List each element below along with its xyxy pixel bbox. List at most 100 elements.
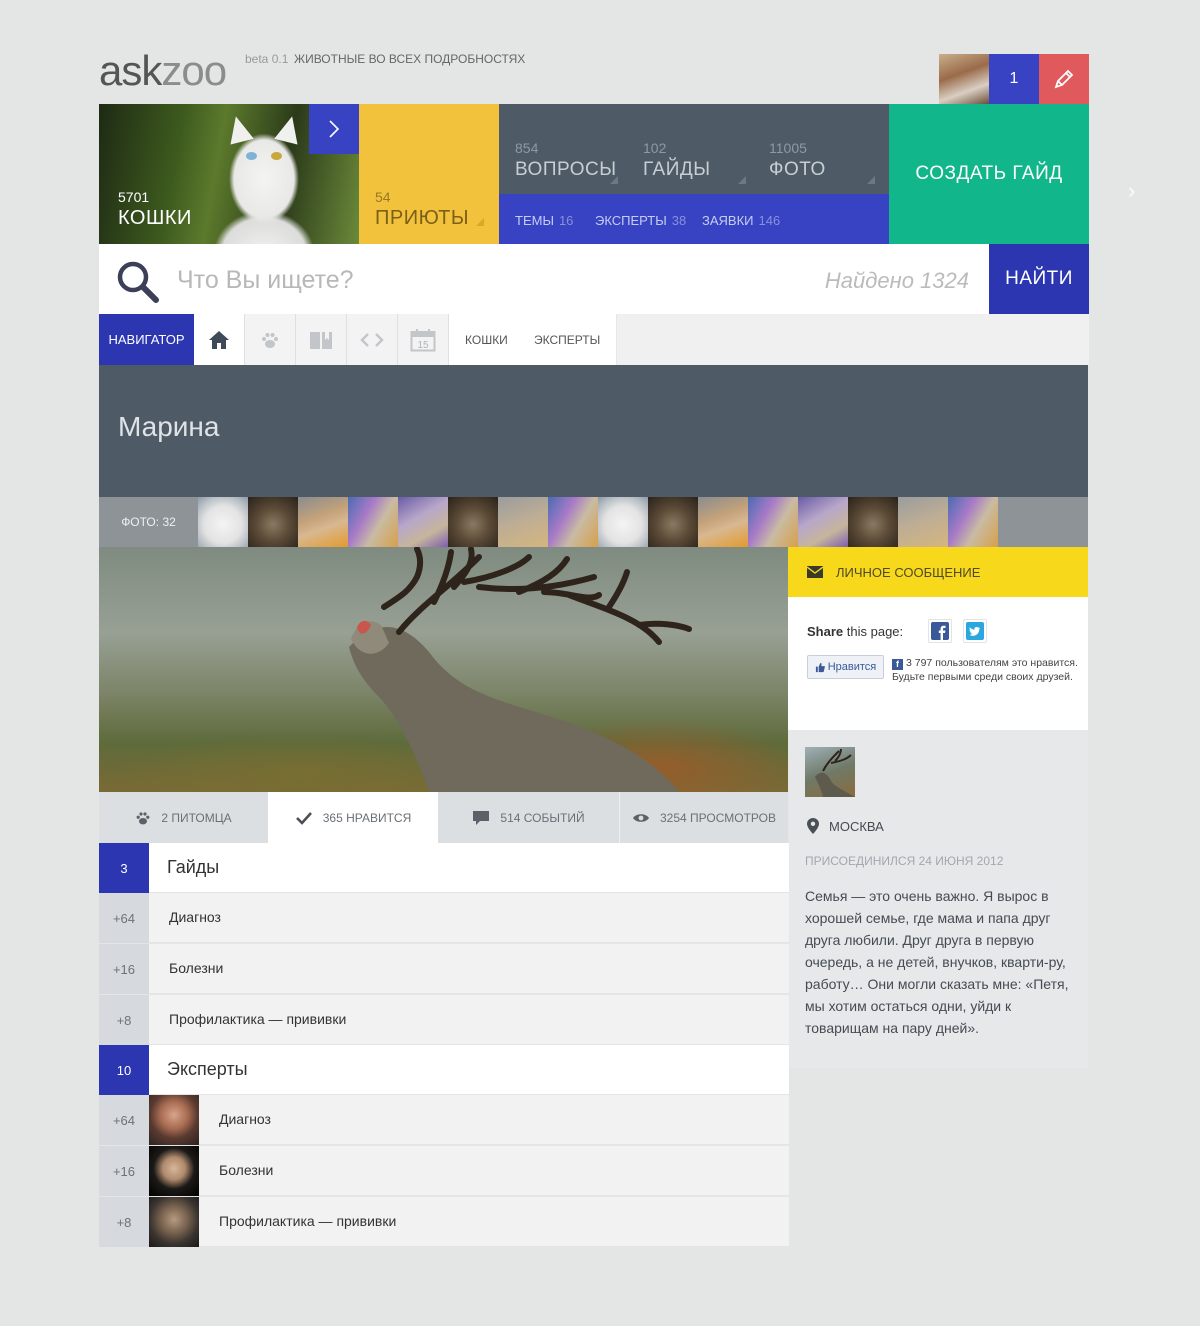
eye-icon <box>633 813 649 822</box>
search-input[interactable] <box>177 266 737 295</box>
photo-thumb[interactable] <box>198 497 248 547</box>
breadcrumb-experts[interactable]: ЭКСПЕРТЫ <box>518 314 618 365</box>
expert-row[interactable]: +64 Диагноз <box>99 1095 789 1145</box>
photo-thumb[interactable] <box>448 497 498 547</box>
share-rest: this page: <box>846 624 904 639</box>
expert-avatar[interactable] <box>149 1095 199 1145</box>
photo-thumb[interactable] <box>748 497 798 547</box>
photo-thumb[interactable] <box>798 497 848 547</box>
edit-button[interactable] <box>1039 54 1089 104</box>
expert-row[interactable]: +8 Профилактика — прививки <box>99 1197 789 1247</box>
stat-photos[interactable]: 11005 ФОТО <box>769 140 826 181</box>
subnav-label: ТЕМЫ <box>515 213 554 228</box>
tile-cats-count: 5701 <box>118 189 150 205</box>
check-icon <box>295 811 312 825</box>
subnav-topics[interactable]: ТЕМЫ 16 <box>515 213 573 228</box>
subnav-count: 146 <box>758 213 781 228</box>
stat-label: 3254 ПРОСМОТРОВ <box>660 810 776 825</box>
expert-avatar[interactable] <box>149 1197 199 1247</box>
photo-thumb[interactable] <box>548 497 598 547</box>
photo-strip: ФОТО: 32 <box>99 497 1088 547</box>
chevron-right-icon[interactable]: › <box>1128 178 1135 204</box>
nav-home[interactable] <box>194 314 245 365</box>
photo-thumb[interactable] <box>598 497 648 547</box>
create-guide-button[interactable]: СОЗДАТЬ ГАЙД <box>889 104 1089 244</box>
subnav-count: 16 <box>558 213 574 228</box>
subnav-label: ЗАЯВКИ <box>702 213 754 228</box>
photo-thumb[interactable] <box>848 497 898 547</box>
tile-shelters-label: ПРИЮТЫ <box>375 207 470 229</box>
share-title: Share this page: <box>807 624 903 639</box>
nav-calendar[interactable]: 15 <box>398 314 449 365</box>
nav-code[interactable] <box>347 314 398 365</box>
subnav-experts[interactable]: ЭКСПЕРТЫ 38 <box>595 213 686 228</box>
photo-thumb[interactable] <box>498 497 548 547</box>
stat-events[interactable]: 514 СОБЫТИЙ <box>439 792 618 843</box>
photo-thumb[interactable] <box>898 497 948 547</box>
tile-shelters-count: 54 <box>375 189 391 205</box>
next-arrow-button[interactable] <box>309 104 359 154</box>
like-count-text: f3 797 пользователям это нравится. Будьт… <box>892 656 1078 684</box>
tile-cats-label: КОШКИ <box>118 207 192 229</box>
share-box: Share this page: Нравится f3 797 пользов… <box>788 597 1088 730</box>
navigator-label[interactable]: НАВИГАТОР <box>99 314 194 365</box>
stat-questions[interactable]: 854 ВОПРОСЫ <box>515 140 617 181</box>
map-pin-icon <box>807 818 819 834</box>
stat-guides[interactable]: 102 ГАЙДЫ <box>643 140 711 181</box>
stat-count: 102 <box>643 140 667 156</box>
expert-title: Болезни <box>219 1162 274 1178</box>
book-icon <box>310 331 332 349</box>
stat-label: ФОТО <box>769 159 826 180</box>
subnav-label: ЭКСПЕРТЫ <box>595 213 667 228</box>
stag-thumb-image <box>815 748 855 797</box>
guides-header: 3 Гайды <box>99 843 789 893</box>
logo[interactable]: askzoo <box>99 50 227 92</box>
tile-shelters[interactable]: 54 ПРИЮТЫ <box>359 104 499 244</box>
profile-stats-bar: 2 ПИТОМЦА 365 НРАВИТСЯ 514 СОБЫТИЙ 3254 … <box>99 792 788 843</box>
cat-image-eye <box>271 152 282 160</box>
stat-label: 2 ПИТОМЦА <box>161 810 232 825</box>
like-button[interactable]: Нравится <box>807 655 884 679</box>
pencil-icon <box>1054 69 1074 89</box>
profile-main-photo[interactable] <box>99 547 788 792</box>
guide-row[interactable]: +8 Профилактика — прививки <box>99 995 789 1045</box>
subnav-requests[interactable]: ЗАЯВКИ 146 <box>702 213 780 228</box>
guide-row[interactable]: +64 Диагноз <box>99 893 789 943</box>
twitter-icon <box>966 622 984 640</box>
chevron-right-icon <box>329 120 340 138</box>
tagline: ЖИВОТНЫЕ ВО ВСЕХ ПОДРОБНОСТЯХ <box>294 52 526 66</box>
photo-thumb[interactable] <box>948 497 998 547</box>
stat-likes[interactable]: 365 НРАВИТСЯ <box>268 792 438 843</box>
comment-icon <box>473 810 490 825</box>
stat-views[interactable]: 3254 ПРОСМОТРОВ <box>619 792 788 843</box>
experts-count: 10 <box>99 1045 149 1095</box>
expert-title: Профилактика — прививки <box>219 1213 397 1229</box>
notifications-count[interactable]: 1 <box>989 54 1039 104</box>
expert-row[interactable]: +16 Болезни <box>99 1146 789 1196</box>
photo-thumb[interactable] <box>648 497 698 547</box>
guide-row[interactable]: +16 Болезни <box>99 944 789 994</box>
photo-thumb[interactable] <box>398 497 448 547</box>
nav-paw[interactable] <box>245 314 296 365</box>
like-button-label: Нравится <box>827 661 877 673</box>
photo-thumb[interactable] <box>698 497 748 547</box>
experts-title: Эксперты <box>167 1059 248 1079</box>
photo-thumb[interactable] <box>348 497 398 547</box>
search-button[interactable]: НАЙТИ <box>989 244 1089 314</box>
breadcrumb-cats[interactable]: КОШКИ <box>449 314 525 365</box>
expert-avatar[interactable] <box>149 1146 199 1196</box>
calendar-day: 15 <box>417 340 429 351</box>
profile-thumb[interactable] <box>805 747 855 797</box>
guide-title: Профилактика — прививки <box>169 1011 347 1027</box>
twitter-share-button[interactable] <box>963 619 987 643</box>
like-text: 3 797 пользователям это нравится. Будьте… <box>892 657 1078 683</box>
stat-pets[interactable]: 2 ПИТОМЦА <box>99 792 268 843</box>
photo-thumb[interactable] <box>298 497 348 547</box>
photo-thumb[interactable] <box>248 497 298 547</box>
search-bar: Найдено 1324 <box>99 244 989 314</box>
private-message-button[interactable]: ЛИЧНОЕ СООБЩЕНИЕ <box>788 547 1088 597</box>
nav-book[interactable] <box>296 314 347 365</box>
user-avatar[interactable] <box>939 54 989 104</box>
facebook-share-button[interactable] <box>928 619 952 643</box>
paw-icon <box>262 332 278 348</box>
